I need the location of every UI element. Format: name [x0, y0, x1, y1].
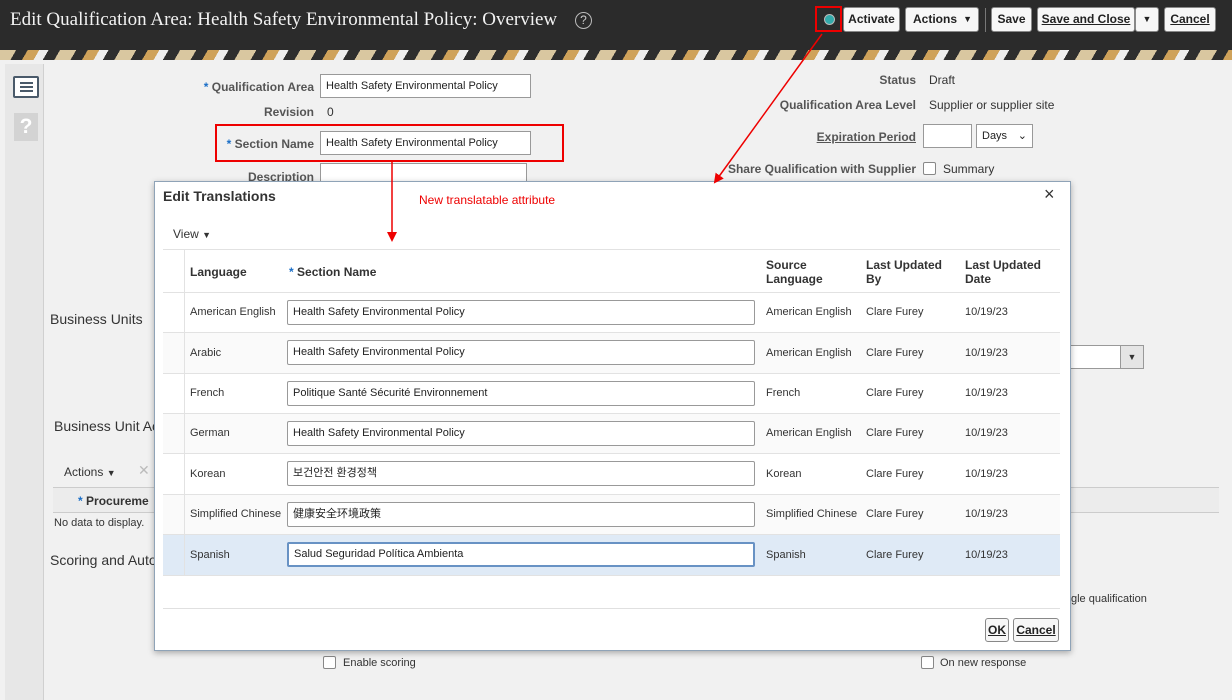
annotation-arrow-diagonal: [713, 33, 823, 184]
annotation-arrows: [387, 33, 823, 242]
